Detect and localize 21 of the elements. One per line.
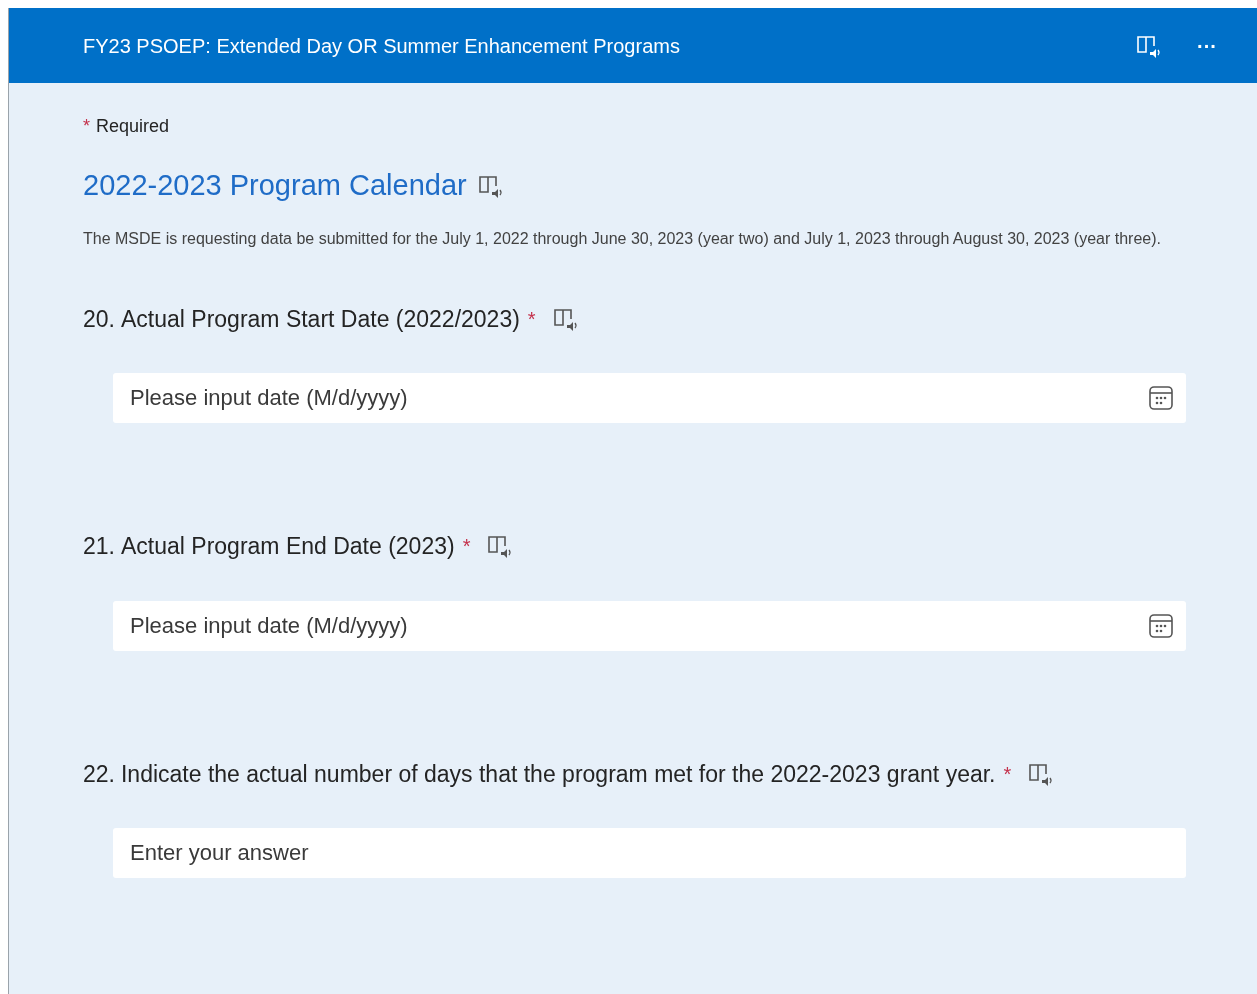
required-asterisk: *: [1003, 761, 1012, 787]
question-text: Actual Program Start Date (2022/2023): [121, 304, 520, 334]
required-asterisk: *: [83, 115, 90, 138]
date-field[interactable]: Please input date (M/d/yyyy): [113, 600, 1186, 651]
question-number: 20.: [83, 304, 115, 334]
required-asterisk: *: [527, 306, 536, 332]
calendar-icon[interactable]: [1148, 612, 1174, 639]
required-asterisk: *: [462, 534, 471, 560]
date-field[interactable]: Please input date (M/d/yyyy): [113, 373, 1186, 423]
form-title: FY23 PSOEP: Extended Day OR Summer Enhancement Programs: [83, 33, 681, 59]
section-description: The MSDE is requesting data be submitted for the July 1, 2022 through June 30, 2023 (year two) and July 1, 2023 through August 30, 2023 (year three).: [83, 228, 1162, 249]
more-options-button[interactable]: ···: [1193, 35, 1221, 56]
answer-field[interactable]: Enter your answer: [113, 828, 1186, 878]
required-label: Required: [96, 115, 170, 138]
question-text: Actual Program End Date (2023): [121, 532, 455, 561]
question-number: 21.: [83, 532, 115, 561]
immersive-reader-icon[interactable]: [486, 533, 513, 560]
calendar-icon[interactable]: [1148, 385, 1174, 411]
question-text: Indicate the actual number of days that the program met for the 2022-2023 grant year.: [121, 759, 996, 789]
section-title: 2022-2023 Program Calendar: [83, 168, 467, 203]
question-number: 22.: [83, 759, 115, 789]
